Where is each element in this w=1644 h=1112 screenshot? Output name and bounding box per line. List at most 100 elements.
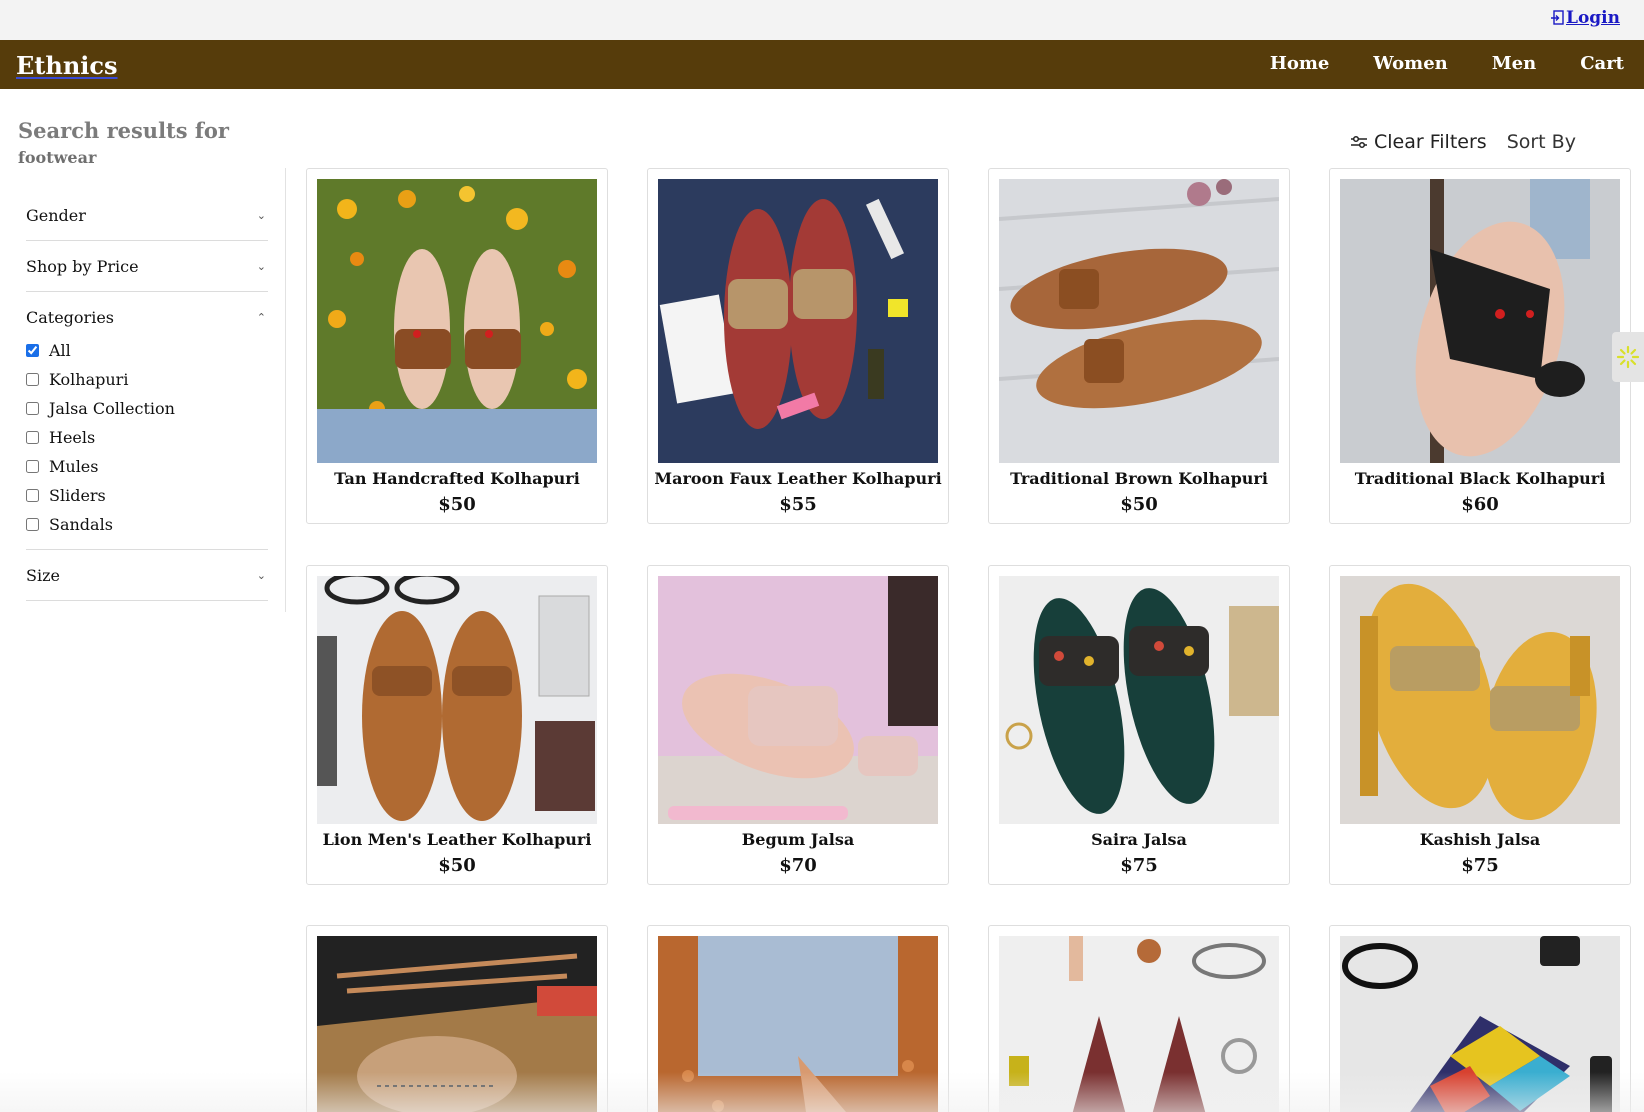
- category-sliders[interactable]: Sliders: [26, 481, 268, 510]
- category-jalsa-checkbox[interactable]: [26, 402, 39, 415]
- filter-gender-toggle[interactable]: Gender ⌄: [26, 190, 268, 240]
- login-icon: [1551, 10, 1564, 25]
- filter-size-label: Size: [26, 565, 60, 585]
- product-image[interactable]: [317, 936, 597, 1112]
- category-label: Mules: [49, 457, 99, 476]
- product-price: $60: [1461, 494, 1499, 515]
- category-label: Heels: [49, 428, 96, 447]
- product-name[interactable]: Traditional Brown Kolhapuri: [989, 469, 1289, 488]
- category-label: All: [49, 341, 71, 360]
- category-label: Kolhapuri: [49, 370, 129, 389]
- filter-gender: Gender ⌄: [26, 190, 268, 241]
- sliders-icon: [1351, 135, 1367, 149]
- filter-categories-toggle[interactable]: Categories ⌃: [26, 292, 268, 342]
- product-card[interactable]: Saira Jalsa $75: [988, 565, 1290, 885]
- search-term: footwear: [18, 148, 97, 167]
- product-card[interactable]: Tan Handcrafted Kolhapuri $50: [306, 168, 608, 524]
- sidebar-divider: [285, 168, 286, 612]
- chevron-down-icon: ⌄: [256, 208, 266, 222]
- product-photo-saira-jalsa: [999, 576, 1279, 824]
- filter-categories: Categories ⌃ All Kolhapuri Jalsa Collect…: [26, 292, 268, 550]
- product-name[interactable]: Saira Jalsa: [989, 830, 1289, 849]
- product-card[interactable]: Begum Jalsa $70: [647, 565, 949, 885]
- filter-size-toggle[interactable]: Size ⌄: [26, 550, 268, 600]
- nav-men[interactable]: Men: [1492, 53, 1536, 74]
- category-sandals-checkbox[interactable]: [26, 518, 39, 531]
- product-image[interactable]: [317, 179, 597, 463]
- product-photo-brown-kolhapuri: [999, 179, 1279, 463]
- product-image[interactable]: [999, 936, 1279, 1112]
- product-card[interactable]: [647, 925, 949, 1112]
- sort-by-dropdown[interactable]: Sort By: [1507, 131, 1576, 153]
- nav-home[interactable]: Home: [1270, 53, 1330, 74]
- product-name[interactable]: Begum Jalsa: [648, 830, 948, 849]
- product-photo-begum-jalsa: [658, 576, 938, 824]
- main-navbar: Ethnics Home Women Men Cart: [0, 40, 1644, 89]
- product-image[interactable]: [1340, 936, 1620, 1112]
- product-name[interactable]: Lion Men's Leather Kolhapuri: [307, 830, 607, 849]
- login-label[interactable]: Login: [1566, 8, 1620, 28]
- product-card[interactable]: [988, 925, 1290, 1112]
- product-photo-black-kolhapuri: [1340, 179, 1620, 463]
- product-name[interactable]: Traditional Black Kolhapuri: [1330, 469, 1630, 488]
- category-heels-checkbox[interactable]: [26, 431, 39, 444]
- accessibility-widget-button[interactable]: [1612, 332, 1644, 382]
- chevron-up-icon: ⌃: [256, 310, 266, 324]
- category-list: All Kolhapuri Jalsa Collection Heels Mul…: [26, 336, 268, 549]
- chevron-down-icon: ⌄: [256, 568, 266, 582]
- category-all-checkbox[interactable]: [26, 344, 39, 357]
- category-kolhapuri[interactable]: Kolhapuri: [26, 365, 268, 394]
- brand-logo-link[interactable]: Ethnics: [16, 51, 118, 80]
- product-name[interactable]: Kashish Jalsa: [1330, 830, 1630, 849]
- results-toolbar: Clear Filters Sort By: [1350, 131, 1576, 153]
- product-photo-lion-kolhapuri: [317, 576, 597, 824]
- category-all[interactable]: All: [26, 336, 268, 365]
- filter-categories-label: Categories: [26, 307, 114, 327]
- clear-filters-button[interactable]: Clear Filters: [1350, 131, 1487, 153]
- product-price: $55: [779, 494, 817, 515]
- clear-filters-label: Clear Filters: [1374, 131, 1487, 153]
- top-bar: Login: [0, 0, 1644, 40]
- chevron-down-icon: ⌄: [256, 259, 266, 273]
- product-price: $50: [1120, 494, 1158, 515]
- product-name[interactable]: Tan Handcrafted Kolhapuri: [307, 469, 607, 488]
- product-card[interactable]: [1329, 925, 1631, 1112]
- product-image[interactable]: [1340, 179, 1620, 463]
- product-image[interactable]: [999, 179, 1279, 463]
- product-photo-heel: [658, 936, 938, 1112]
- product-image[interactable]: [658, 576, 938, 824]
- product-image[interactable]: [658, 179, 938, 463]
- product-image[interactable]: [658, 936, 938, 1112]
- product-photo-mules: [999, 936, 1279, 1112]
- product-image[interactable]: [999, 576, 1279, 824]
- product-price: $75: [1461, 855, 1499, 876]
- product-card[interactable]: [306, 925, 608, 1112]
- product-card[interactable]: Lion Men's Leather Kolhapuri $50: [306, 565, 608, 885]
- login-link[interactable]: Login: [1550, 8, 1620, 28]
- category-label: Sliders: [49, 486, 106, 505]
- category-mules[interactable]: Mules: [26, 452, 268, 481]
- filter-sidebar: Gender ⌄ Shop by Price ⌄ Categories ⌃ Al…: [26, 190, 268, 601]
- filter-price: Shop by Price ⌄: [26, 241, 268, 292]
- category-sandals[interactable]: Sandals: [26, 510, 268, 539]
- product-card[interactable]: Traditional Brown Kolhapuri $50: [988, 168, 1290, 524]
- category-mules-checkbox[interactable]: [26, 460, 39, 473]
- category-jalsa-collection[interactable]: Jalsa Collection: [26, 394, 268, 423]
- category-sliders-checkbox[interactable]: [26, 489, 39, 502]
- product-name[interactable]: Maroon Faux Leather Kolhapuri: [648, 469, 948, 488]
- filter-price-label: Shop by Price: [26, 256, 139, 276]
- product-photo-anklet-sandal: [317, 936, 597, 1112]
- nav-women[interactable]: Women: [1373, 53, 1447, 74]
- filter-price-toggle[interactable]: Shop by Price ⌄: [26, 241, 268, 291]
- product-card[interactable]: Kashish Jalsa $75: [1329, 565, 1631, 885]
- product-price: $50: [438, 855, 476, 876]
- filter-gender-label: Gender: [26, 205, 86, 225]
- product-image[interactable]: [1340, 576, 1620, 824]
- product-card[interactable]: Maroon Faux Leather Kolhapuri $55: [647, 168, 949, 524]
- category-kolhapuri-checkbox[interactable]: [26, 373, 39, 386]
- product-card[interactable]: Traditional Black Kolhapuri $60: [1329, 168, 1631, 524]
- nav-cart[interactable]: Cart: [1580, 53, 1624, 74]
- product-price: $70: [779, 855, 817, 876]
- product-image[interactable]: [317, 576, 597, 824]
- category-heels[interactable]: Heels: [26, 423, 268, 452]
